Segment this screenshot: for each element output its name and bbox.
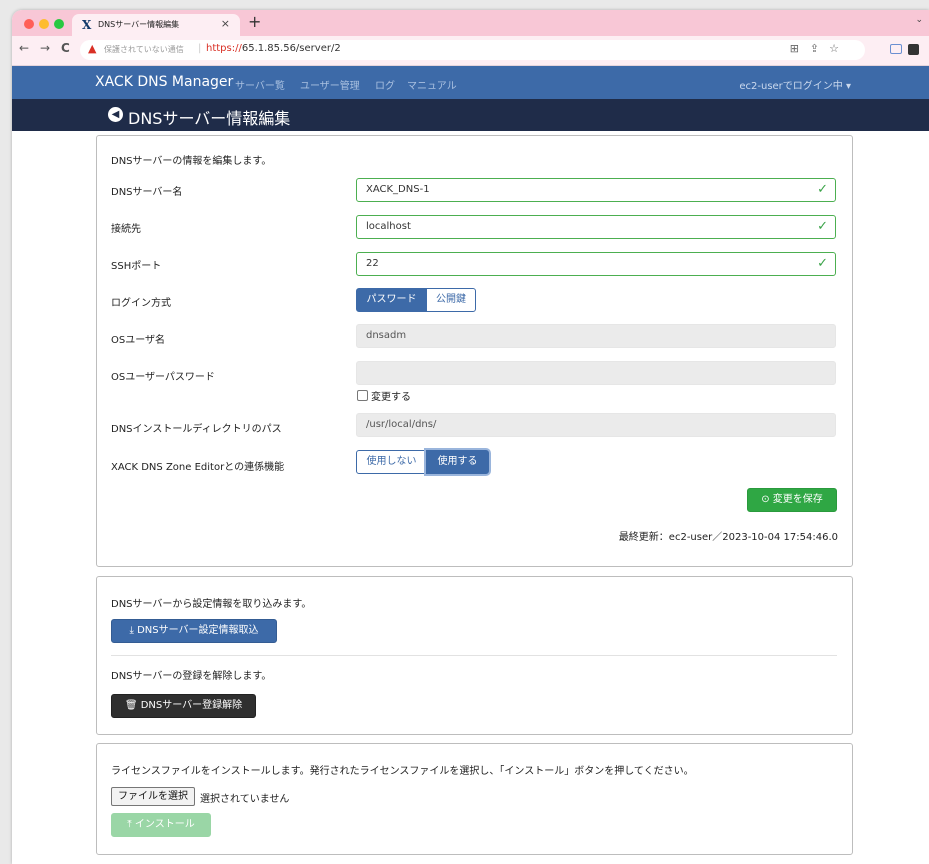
back-icon[interactable]: ← <box>19 41 29 55</box>
os-password-label: OSユーザーパスワード <box>111 372 215 383</box>
import-settings-button[interactable]: ⤓ DNSサーバー設定情報取込 <box>111 619 277 643</box>
import-button-label: DNSサーバー設定情報取込 <box>137 625 259 636</box>
upload-icon: ⤒ <box>127 819 132 830</box>
save-button[interactable]: ⊙ 変更を保存 <box>747 488 837 512</box>
address-bar[interactable]: ▲ 保護されていない通信 | https://65.1.85.56/server… <box>80 40 865 60</box>
panel-divider <box>111 655 837 656</box>
os-user-label: OSユーザ名 <box>111 335 166 346</box>
login-method-label: ログイン方式 <box>111 298 171 309</box>
reading-list-icon[interactable] <box>890 44 902 54</box>
tab-strip: X DNSサーバー情報編集 × + ⌄ <box>12 10 929 36</box>
file-status-text: 選択されていません <box>200 794 290 805</box>
extensions-icon[interactable] <box>908 44 919 55</box>
tab-title: DNSサーバー情報編集 <box>98 20 180 29</box>
install-button[interactable]: ⤒ インストール <box>111 813 211 837</box>
xack-favicon-icon: X <box>82 18 92 32</box>
forward-icon[interactable]: → <box>40 41 50 55</box>
os-user-input[interactable]: dnsadm <box>356 324 836 348</box>
host-input[interactable]: localhost ✓ <box>356 215 836 239</box>
trash-icon: 🗑 <box>124 700 138 711</box>
import-intro-text: DNSサーバーから設定情報を取り込みます。 <box>111 599 312 610</box>
browser-toolbar: ← → C ▲ 保護されていない通信 | https://65.1.85.56/… <box>12 36 929 66</box>
share-icon[interactable]: ⇪ <box>810 42 819 55</box>
bookmark-star-icon[interactable]: ☆ <box>829 42 839 55</box>
close-tab-icon[interactable]: × <box>221 17 230 30</box>
license-panel: ライセンスファイルをインストールします。発行されたライセンスファイルを選択し、「… <box>96 743 853 855</box>
ssh-port-label: SSHポート <box>111 261 162 272</box>
tab-list-icon[interactable]: ⌄ <box>915 15 923 25</box>
valid-check-icon: ✓ <box>817 182 828 197</box>
server-edit-panel: DNSサーバーの情報を編集します。 DNSサーバー名 XACK_DNS-1 ✓ … <box>96 135 853 567</box>
app-navbar: XACK DNS Manager サーバー覧 ユーザー管理 ログ マニュアル e… <box>12 66 929 99</box>
back-arrow-icon[interactable]: ◀ <box>108 107 123 122</box>
browser-window: X DNSサーバー情報編集 × + ⌄ ← → C ▲ 保護されていない通信 |… <box>12 10 929 864</box>
warning-icon[interactable]: ▲ <box>88 42 96 55</box>
close-window-button[interactable] <box>24 19 34 29</box>
login-password-option[interactable]: パスワード <box>356 288 427 312</box>
url-text: https://65.1.85.56/server/2 <box>206 43 341 54</box>
translate-icon[interactable]: ⊞ <box>790 42 799 55</box>
install-path-label: DNSインストールディレクトリのパス <box>111 424 282 435</box>
host-value: localhost <box>366 221 411 232</box>
edit-intro-text: DNSサーバーの情報を編集します。 <box>111 156 272 167</box>
download-icon: ⤓ <box>129 625 134 636</box>
maximize-window-button[interactable] <box>54 19 64 29</box>
login-publickey-option[interactable]: 公開鍵 <box>426 288 476 312</box>
zone-editor-enable-option[interactable]: 使用する <box>426 450 489 474</box>
change-password-checkbox[interactable] <box>357 390 368 401</box>
license-intro-text: ライセンスファイルをインストールします。発行されたライセンスファイルを選択し、「… <box>111 766 694 777</box>
server-name-input[interactable]: XACK_DNS-1 ✓ <box>356 178 836 202</box>
nav-link-servers[interactable]: サーバー覧 <box>235 77 285 92</box>
page-title-bar: ◀ DNSサーバー情報編集 <box>12 99 929 131</box>
change-password-label: 変更する <box>371 392 411 403</box>
nav-link-logs[interactable]: ログ <box>375 77 395 92</box>
ssh-port-input[interactable]: 22 ✓ <box>356 252 836 276</box>
brand-link[interactable]: XACK DNS Manager <box>95 74 233 90</box>
browser-tab[interactable]: X DNSサーバー情報編集 × <box>72 14 240 36</box>
last-updated-text: 最終更新：ec2-user／2023-10-04 17:54:46.0 <box>618 532 838 543</box>
choose-file-button[interactable]: ファイルを選択 <box>111 787 195 806</box>
install-path-input[interactable]: /usr/local/dns/ <box>356 413 836 437</box>
os-password-input[interactable] <box>356 361 836 385</box>
unregister-button-label: DNSサーバー登録解除 <box>140 700 243 711</box>
save-circle-icon: ⊙ <box>761 494 770 505</box>
valid-check-icon: ✓ <box>817 256 828 271</box>
page-title: DNSサーバー情報編集 <box>128 109 291 128</box>
url-scheme: https:// <box>206 43 242 54</box>
host-label: 接続先 <box>111 224 141 235</box>
url-host-path: 65.1.85.56/server/2 <box>241 43 341 54</box>
save-button-label: 変更を保存 <box>772 494 823 505</box>
valid-check-icon: ✓ <box>817 219 828 234</box>
ssh-port-value: 22 <box>366 258 379 269</box>
url-separator: | <box>198 43 202 54</box>
server-name-label: DNSサーバー名 <box>111 187 183 198</box>
install-button-label: インストール <box>134 819 195 830</box>
nav-link-manual[interactable]: マニュアル <box>407 77 457 92</box>
server-actions-panel: DNSサーバーから設定情報を取り込みます。 ⤓ DNSサーバー設定情報取込 DN… <box>96 576 853 735</box>
zone-editor-label: XACK DNS Zone Editorとの連係機能 <box>111 462 285 473</box>
reload-icon[interactable]: C <box>61 41 70 55</box>
insecure-label: 保護されていない通信 <box>104 45 184 54</box>
server-name-value: XACK_DNS-1 <box>366 184 430 195</box>
nav-link-users[interactable]: ユーザー管理 <box>300 77 360 92</box>
unregister-button[interactable]: 🗑 DNSサーバー登録解除 <box>111 694 256 718</box>
minimize-window-button[interactable] <box>39 19 49 29</box>
new-tab-button[interactable]: + <box>248 12 261 31</box>
unregister-intro-text: DNSサーバーの登録を解除します。 <box>111 671 272 682</box>
user-menu[interactable]: ec2-userでログイン中 ▾ <box>739 77 851 92</box>
zone-editor-disable-option[interactable]: 使用しない <box>356 450 427 474</box>
